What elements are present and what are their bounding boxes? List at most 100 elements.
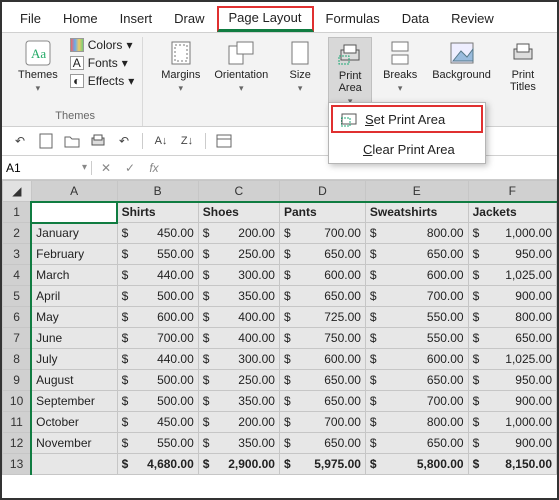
cell[interactable]: $750.00	[279, 328, 365, 349]
name-box-input[interactable]	[6, 161, 62, 175]
cell[interactable]: $250.00	[198, 370, 279, 391]
background-button[interactable]: Background	[428, 37, 495, 83]
tab-home[interactable]: Home	[53, 7, 108, 32]
cell[interactable]: $650.00	[279, 244, 365, 265]
cell[interactable]: $950.00	[468, 370, 556, 391]
cell[interactable]: $440.00	[117, 349, 198, 370]
cell[interactable]: $600.00	[365, 349, 468, 370]
cell[interactable]: $700.00	[117, 328, 198, 349]
cell[interactable]: March	[31, 265, 117, 286]
col-header-e[interactable]: E	[365, 181, 468, 202]
cell[interactable]: $600.00	[279, 349, 365, 370]
tab-page-layout[interactable]: Page Layout	[217, 6, 314, 32]
cell[interactable]: Sweatshirts	[365, 202, 468, 223]
cell[interactable]: $800.00	[468, 307, 556, 328]
row-header[interactable]: 4	[3, 265, 32, 286]
cell[interactable]: $600.00	[279, 265, 365, 286]
cell[interactable]: $450.00	[117, 223, 198, 244]
cell[interactable]: $350.00	[198, 286, 279, 307]
cell[interactable]: $4,680.00	[117, 454, 198, 475]
cell[interactable]: Jackets	[468, 202, 556, 223]
cell[interactable]: $400.00	[198, 307, 279, 328]
row-header[interactable]: 13	[3, 454, 32, 475]
cell[interactable]: June	[31, 328, 117, 349]
cell[interactable]: $450.00	[117, 412, 198, 433]
tab-data[interactable]: Data	[392, 7, 439, 32]
row-header[interactable]: 1	[3, 202, 32, 223]
cell[interactable]: $300.00	[198, 349, 279, 370]
cell[interactable]: $5,800.00	[365, 454, 468, 475]
col-header-f[interactable]: F	[468, 181, 556, 202]
cell[interactable]: $1,000.00	[468, 412, 556, 433]
row-header[interactable]: 6	[3, 307, 32, 328]
cell[interactable]: Shirts	[117, 202, 198, 223]
sort-desc-button[interactable]: Z↓	[177, 131, 197, 151]
row-header[interactable]: 9	[3, 370, 32, 391]
row-header[interactable]: 5	[3, 286, 32, 307]
cell[interactable]: $8,150.00	[468, 454, 556, 475]
row-header[interactable]: 3	[3, 244, 32, 265]
cell[interactable]: $200.00	[198, 412, 279, 433]
cell[interactable]: $650.00	[279, 433, 365, 454]
cell[interactable]: $300.00	[198, 265, 279, 286]
print-area-button[interactable]: Print Area▾	[328, 37, 372, 110]
cell[interactable]: $600.00	[365, 265, 468, 286]
cell[interactable]: $650.00	[279, 391, 365, 412]
col-header-d[interactable]: D	[279, 181, 365, 202]
cell[interactable]: $350.00	[198, 433, 279, 454]
undo-button-2[interactable]: ↶	[114, 131, 134, 151]
cell[interactable]: $650.00	[279, 286, 365, 307]
cell[interactable]: $5,975.00	[279, 454, 365, 475]
cell[interactable]: May	[31, 307, 117, 328]
breaks-button[interactable]: Breaks▾	[378, 37, 422, 96]
clear-print-area-item[interactable]: Clear Print Area	[329, 135, 485, 163]
cell[interactable]: $500.00	[117, 370, 198, 391]
cell[interactable]: $650.00	[365, 244, 468, 265]
cell[interactable]: $650.00	[279, 370, 365, 391]
cell[interactable]: $1,000.00	[468, 223, 556, 244]
cell[interactable]: $900.00	[468, 433, 556, 454]
cell[interactable]: $800.00	[365, 412, 468, 433]
cell[interactable]: $250.00	[198, 244, 279, 265]
cell[interactable]: $700.00	[365, 286, 468, 307]
colors-button[interactable]: Colors ▾	[68, 37, 137, 53]
row-header[interactable]: 2	[3, 223, 32, 244]
print-button[interactable]	[88, 131, 108, 151]
size-button[interactable]: Size▾	[278, 37, 322, 96]
cell[interactable]: $800.00	[365, 223, 468, 244]
sort-asc-button[interactable]: A↓	[151, 131, 171, 151]
cell[interactable]: $650.00	[365, 433, 468, 454]
cell[interactable]: Shoes	[198, 202, 279, 223]
cell[interactable]: $550.00	[117, 244, 198, 265]
cell[interactable]: $440.00	[117, 265, 198, 286]
cell[interactable]	[31, 454, 117, 475]
tab-file[interactable]: File	[10, 7, 51, 32]
cell[interactable]: October	[31, 412, 117, 433]
cell[interactable]: April	[31, 286, 117, 307]
cell[interactable]: $700.00	[279, 223, 365, 244]
col-header-a[interactable]: A	[31, 181, 117, 202]
cell[interactable]: July	[31, 349, 117, 370]
cell[interactable]: $200.00	[198, 223, 279, 244]
themes-button[interactable]: Aa Themes ▾	[14, 37, 62, 96]
select-all-cell[interactable]: ◢	[3, 181, 32, 202]
cell[interactable]: $1,025.00	[468, 265, 556, 286]
print-titles-button[interactable]: Print Titles	[501, 37, 545, 95]
cell[interactable]: $1,025.00	[468, 349, 556, 370]
cell[interactable]: $725.00	[279, 307, 365, 328]
row-header[interactable]: 10	[3, 391, 32, 412]
cell[interactable]: November	[31, 433, 117, 454]
cell[interactable]: $700.00	[365, 391, 468, 412]
row-header[interactable]: 8	[3, 349, 32, 370]
cell[interactable]: $500.00	[117, 391, 198, 412]
cell-a1[interactable]	[31, 202, 117, 223]
name-box[interactable]: ▾	[2, 161, 92, 175]
margins-button[interactable]: Margins▾	[157, 37, 204, 96]
confirm-formula-button[interactable]: ✓	[122, 161, 138, 175]
chevron-down-icon[interactable]: ▾	[82, 162, 87, 173]
tab-review[interactable]: Review	[441, 7, 504, 32]
cancel-formula-button[interactable]: ✕	[98, 161, 114, 175]
undo-button[interactable]: ↶	[10, 131, 30, 151]
cell[interactable]: $650.00	[365, 370, 468, 391]
cell[interactable]: $550.00	[365, 328, 468, 349]
